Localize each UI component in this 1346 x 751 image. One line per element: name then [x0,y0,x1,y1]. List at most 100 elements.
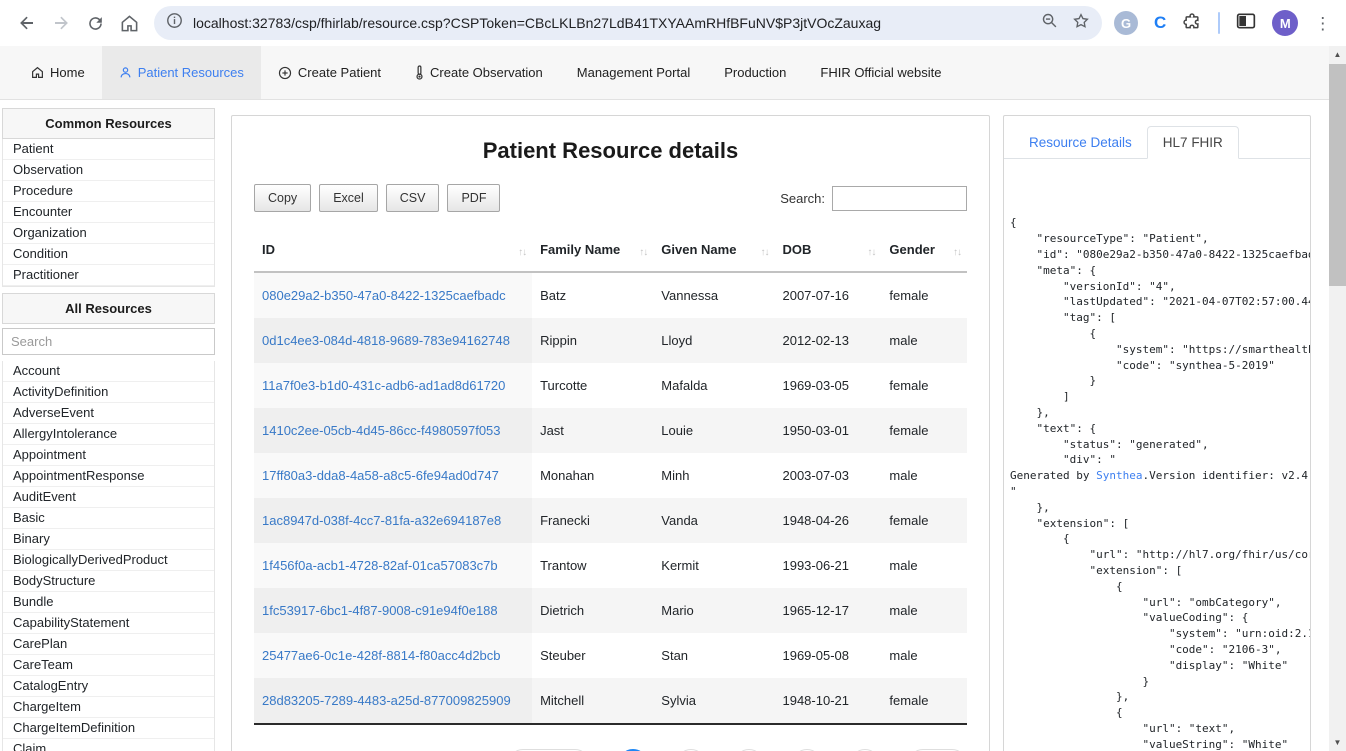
extensions-puzzle-icon[interactable] [1182,11,1202,36]
sidebar-item[interactable]: CareTeam [3,655,214,676]
sidebar-item[interactable]: AdverseEvent [3,403,214,424]
sidebar-item[interactable]: Encounter [3,202,214,223]
toolbar-divider [1218,12,1220,34]
column-header-family-name[interactable]: Family Name↑↓ [532,230,653,272]
back-icon[interactable] [10,6,44,40]
nav-item-home[interactable]: Home [14,46,102,99]
dob-cell: 2012-02-13 [774,318,881,363]
url-text[interactable]: localhost:32783/csp/fhirlab/resource.csp… [193,15,1033,31]
json-line: "system": "https://smarthealthit.org/ [1010,342,1304,358]
sidebar-item[interactable]: AllergyIntolerance [3,424,214,445]
nav-item-fhir-official-website[interactable]: FHIR Official website [803,46,958,99]
table-row: 28d83205-7289-4483-a25d-877009825909 Mit… [254,678,967,724]
column-header-gender[interactable]: Gender↑↓ [881,230,967,272]
browser-menu-icon[interactable]: ⋮ [1314,15,1331,32]
dob-cell: 1948-04-26 [774,498,881,543]
sidebar-item[interactable]: Claim [3,739,214,751]
patient-id-link[interactable]: 25477ae6-0c1e-428f-8814-f80acc4d2bcb [262,648,501,663]
patient-id-link[interactable]: 1410c2ee-05cb-4d45-86cc-f4980597f053 [262,423,501,438]
fhir-json-view: { "resourceType": "Patient", "id": "080e… [1004,159,1310,751]
given-name-cell: Sylvia [653,678,774,724]
patient-id-link[interactable]: 17ff80a3-dda8-4a58-a8c5-6fe94ad0d747 [262,468,499,483]
sidebar-search-input[interactable] [2,328,215,355]
json-line: " [1010,484,1304,500]
sidebar-item[interactable]: BodyStructure [3,571,214,592]
json-line: "code": "synthea-5-2019" [1010,358,1304,374]
json-line: "system": "urn:oid:2.16.840.1 [1010,626,1304,642]
scrollbar-thumb[interactable] [1329,64,1346,286]
reload-icon[interactable] [78,6,112,40]
dob-cell: 2007-07-16 [774,272,881,318]
patient-id-link[interactable]: 11a7f0e3-b1d0-431c-adb6-ad1ad8d61720 [262,378,505,393]
sidebar-item[interactable]: Procedure [3,181,214,202]
sidebar-item[interactable]: CapabilityStatement [3,613,214,634]
patient-id-link[interactable]: 0d1c4ee3-084d-4818-9689-783e94162748 [262,333,510,348]
detail-tabs: Resource Details HL7 FHIR [1004,116,1310,159]
profile-avatar[interactable]: M [1272,10,1298,36]
table-body: 080e29a2-b350-47a0-8422-1325caefbadc Bat… [254,272,967,724]
browser-toolbar: localhost:32783/csp/fhirlab/resource.csp… [0,0,1346,46]
gender-cell: male [881,633,967,678]
sidebar-item[interactable]: AuditEvent [3,487,214,508]
nav-item-create-patient[interactable]: Create Patient [261,46,398,99]
export-button[interactable]: CSV [386,184,440,212]
patient-id-link[interactable]: 1fc53917-6bc1-4f87-9008-c91e94f0e188 [262,603,498,618]
sidebar-item[interactable]: BiologicallyDerivedProduct [3,550,214,571]
scrollbar-up-arrow[interactable]: ▲ [1329,46,1346,63]
split-screen-icon[interactable] [1236,12,1256,35]
extension-g-icon[interactable]: G [1114,11,1138,35]
bookmark-star-icon[interactable] [1072,12,1090,35]
sidebar-item[interactable]: Observation [3,160,214,181]
zoom-icon[interactable] [1041,12,1058,34]
family-name-cell: Dietrich [532,588,653,633]
patient-id-link[interactable]: 080e29a2-b350-47a0-8422-1325caefbadc [262,288,506,303]
sidebar-item[interactable]: ChargeItemDefinition [3,718,214,739]
scrollbar-down-arrow[interactable]: ▼ [1329,734,1346,751]
column-header-dob[interactable]: DOB↑↓ [774,230,881,272]
table-search-input[interactable] [832,186,967,211]
sidebar-item[interactable]: Patient [3,139,214,160]
nav-item-management-portal[interactable]: Management Portal [560,46,707,99]
export-button[interactable]: Copy [254,184,311,212]
sidebar-item[interactable]: Condition [3,244,214,265]
site-info-icon[interactable] [166,12,183,34]
column-header-id[interactable]: ID↑↓ [254,230,532,272]
forward-icon[interactable] [44,6,78,40]
gender-cell: female [881,363,967,408]
gender-cell: female [881,408,967,453]
sidebar-item[interactable]: ActivityDefinition [3,382,214,403]
tab-hl7-fhir[interactable]: HL7 FHIR [1147,126,1239,159]
sidebar-item[interactable]: Practitioner [3,265,214,286]
given-name-cell: Stan [653,633,774,678]
url-bar[interactable]: localhost:32783/csp/fhirlab/resource.csp… [154,6,1102,40]
sidebar-item[interactable]: Bundle [3,592,214,613]
sidebar-item[interactable]: Binary [3,529,214,550]
sidebar-item[interactable]: ChargeItem [3,697,214,718]
extension-c-icon[interactable]: C [1154,13,1166,33]
nav-item-patient-resources[interactable]: Patient Resources [102,46,261,99]
nav-item-production[interactable]: Production [707,46,803,99]
sidebar-item[interactable]: CarePlan [3,634,214,655]
home-icon[interactable] [112,6,146,40]
sidebar-item[interactable]: Account [3,361,214,382]
patient-id-link[interactable]: 1f456f0a-acb1-4728-82af-01ca57083c7b [262,558,498,573]
family-name-cell: Turcotte [532,363,653,408]
tab-resource-details[interactable]: Resource Details [1014,127,1147,158]
export-button[interactable]: PDF [447,184,500,212]
patient-id-link[interactable]: 28d83205-7289-4483-a25d-877009825909 [262,693,511,708]
table-row: 1ac8947d-038f-4cc7-81fa-a32e694187e8 Fra… [254,498,967,543]
sidebar-item[interactable]: Appointment [3,445,214,466]
json-line: { [1010,705,1304,721]
table-header-row: ID↑↓ Family Name↑↓ Given Name↑↓ DOB↑↓ Ge… [254,230,967,272]
sidebar-item[interactable]: Organization [3,223,214,244]
column-header-given-name[interactable]: Given Name↑↓ [653,230,774,272]
family-name-cell: Batz [532,272,653,318]
patient-id-link[interactable]: 1ac8947d-038f-4cc7-81fa-a32e694187e8 [262,513,501,528]
sidebar-item[interactable]: CatalogEntry [3,676,214,697]
export-button[interactable]: Excel [319,184,378,212]
sidebar-item[interactable]: AppointmentResponse [3,466,214,487]
synthea-link[interactable]: Synthea [1096,469,1142,482]
nav-item-create-observation[interactable]: Create Observation [398,46,560,99]
common-resources-list: PatientObservationProcedureEncounterOrga… [2,139,215,287]
sidebar-item[interactable]: Basic [3,508,214,529]
